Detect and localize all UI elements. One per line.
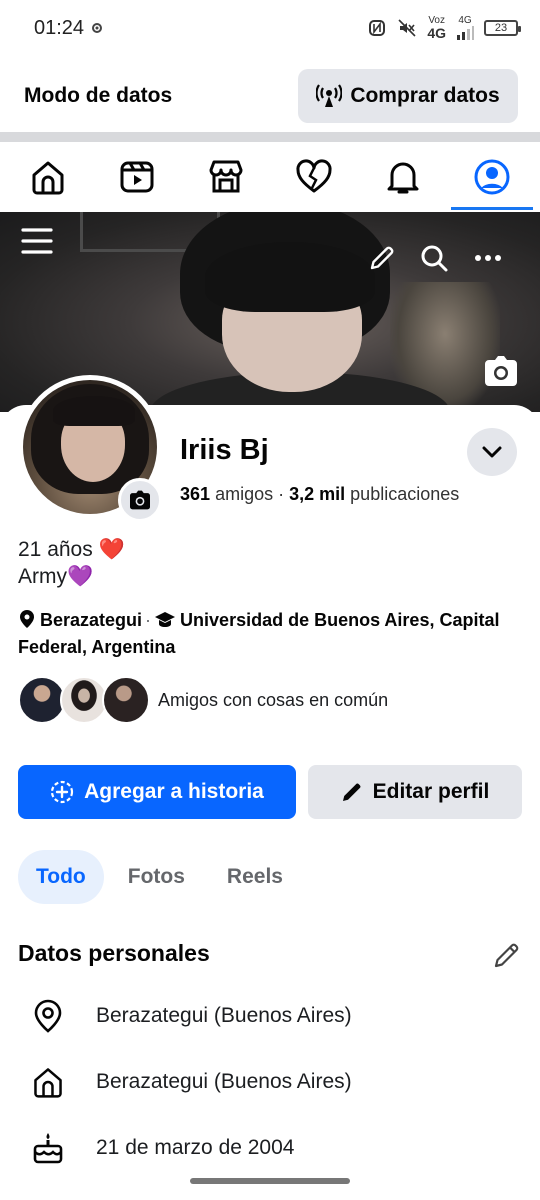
- friend-avatar: [102, 676, 150, 724]
- signal-indicator: 4G: [456, 16, 474, 40]
- profile-location-education: Berazategui · Universidad de Buenos Aires,…: [18, 608, 528, 659]
- clock: 01:24: [34, 16, 85, 39]
- search-button[interactable]: [416, 240, 452, 276]
- status-icons: Voz 4G 4G 23: [367, 16, 521, 41]
- avatar-bangs: [53, 396, 135, 426]
- video-icon: [120, 161, 154, 193]
- more-button[interactable]: [470, 240, 506, 276]
- search-icon: [421, 245, 448, 272]
- nav-profile[interactable]: [450, 142, 533, 212]
- avatar-camera-button[interactable]: [118, 478, 162, 522]
- mutual-friends-text: Amigos con cosas en común: [158, 689, 389, 710]
- home-indicator[interactable]: [190, 1178, 350, 1184]
- posts-label: publicaciones: [350, 484, 460, 504]
- main-nav: [0, 142, 540, 212]
- tab-reels[interactable]: Reels: [209, 850, 301, 904]
- detail-row-birthday: 21 de marzo de 2004: [30, 1128, 510, 1168]
- edit-details-button[interactable]: [492, 940, 522, 970]
- profile-tabs: Todo Fotos Reels: [18, 850, 301, 904]
- menu-icon: [21, 228, 53, 254]
- network-indicator: Voz 4G: [427, 16, 446, 41]
- add-story-button[interactable]: Agregar a historia: [18, 765, 296, 819]
- marketplace-icon: [209, 160, 243, 193]
- battery-level: 23: [494, 22, 508, 34]
- camera-icon: [130, 490, 150, 510]
- nav-dating[interactable]: [279, 142, 349, 212]
- status-time: 01:24: [34, 17, 104, 40]
- mutual-friends-row[interactable]: Amigos con cosas en común: [18, 676, 388, 724]
- location-pin-icon: [30, 998, 66, 1034]
- pencil-icon: [342, 783, 361, 801]
- nav-home[interactable]: [13, 142, 83, 212]
- network-generation: 4G: [427, 25, 446, 41]
- profile-name: Iriis Bj: [180, 434, 269, 466]
- pencil-icon: [494, 943, 519, 968]
- nav-video[interactable]: [102, 142, 172, 212]
- pencil-icon: [370, 246, 394, 270]
- profile-bio: 21 años ❤️ Army💜: [18, 536, 125, 590]
- edit-profile-label: Editar perfil: [372, 780, 490, 803]
- buy-data-button[interactable]: Comprar datos: [298, 69, 518, 123]
- broadcast-icon: [316, 84, 343, 107]
- data-mode-bar: Modo de datos Comprar datos: [0, 64, 540, 128]
- bio-line-1: 21 años ❤️: [18, 538, 125, 561]
- nav-notifications[interactable]: [368, 142, 438, 212]
- place-separator: ·: [145, 610, 152, 630]
- profile-icon: [474, 159, 510, 195]
- nav-marketplace[interactable]: [191, 142, 261, 212]
- profile-switch-button[interactable]: [467, 428, 517, 476]
- friends-count[interactable]: 361: [180, 484, 210, 504]
- detail-text: Berazategui (Buenos Aires): [96, 1004, 352, 1027]
- bio-line-2: Army💜: [18, 565, 94, 588]
- tab-fotos[interactable]: Fotos: [110, 850, 203, 904]
- friends-label[interactable]: amigos: [215, 484, 273, 504]
- tab-todo[interactable]: Todo: [18, 850, 104, 904]
- divider: [0, 132, 540, 142]
- home-icon: [32, 161, 64, 195]
- data-mode-title: Modo de datos: [24, 84, 173, 107]
- mute-icon: [398, 19, 416, 37]
- personal-details-title: Datos personales: [18, 940, 210, 966]
- network-small: 4G: [458, 15, 472, 26]
- chevron-down-icon: [482, 446, 502, 458]
- friend-avatar: [60, 676, 108, 724]
- battery-icon: 23: [484, 20, 521, 36]
- stats-separator: ·: [278, 484, 285, 504]
- more-icon: [475, 255, 501, 261]
- detail-row-home: Berazategui (Buenos Aires): [30, 1062, 510, 1102]
- notifications-bell-icon: [387, 162, 419, 194]
- birthday-cake-icon: [30, 1130, 66, 1166]
- detail-text: 21 de marzo de 2004: [96, 1136, 295, 1159]
- add-circle-icon: [51, 780, 74, 804]
- buy-data-label: Comprar datos: [350, 84, 500, 107]
- location-pin-icon: [18, 609, 36, 635]
- signal-bars-icon: [457, 26, 474, 40]
- home-icon: [30, 1064, 66, 1100]
- dating-heart-icon: [296, 159, 332, 193]
- edit-profile-button[interactable]: Editar perfil: [308, 765, 522, 819]
- city-link[interactable]: Berazategui: [40, 610, 142, 630]
- menu-button[interactable]: [18, 222, 56, 260]
- status-bar: 01:24 Voz 4G 4G 23: [0, 0, 540, 56]
- detail-row-location: Berazategui (Buenos Aires): [30, 996, 510, 1036]
- posts-count: 3,2 mil: [289, 484, 346, 504]
- cover-camera-button[interactable]: [480, 352, 522, 390]
- settings-small-icon: [92, 23, 103, 33]
- edit-cover-button[interactable]: [364, 240, 400, 276]
- friend-avatar: [18, 676, 66, 724]
- detail-text: Berazategui (Buenos Aires): [96, 1070, 352, 1093]
- graduation-cap-icon: [154, 611, 176, 635]
- profile-stats: 361 amigos · 3,2 mil publicaciones: [180, 484, 459, 505]
- nfc-icon: [369, 20, 386, 36]
- add-story-label: Agregar a historia: [84, 780, 264, 803]
- cover-bangs: [205, 242, 375, 312]
- camera-icon: [485, 356, 517, 386]
